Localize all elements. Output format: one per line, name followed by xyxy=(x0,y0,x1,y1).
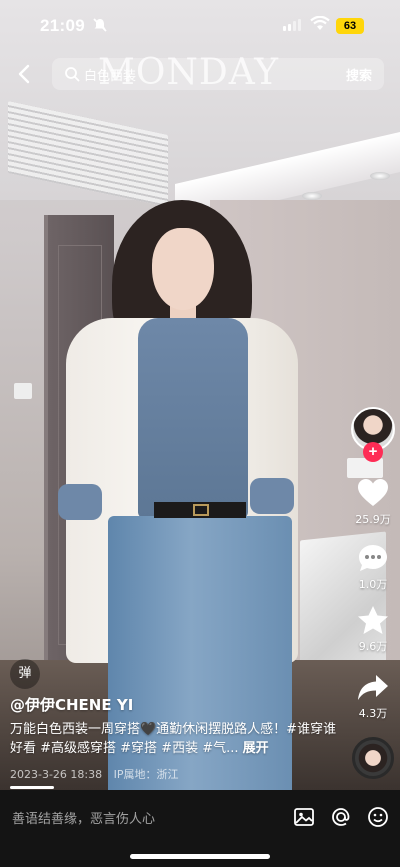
cell-signal-icon xyxy=(283,19,301,31)
caption-text: 万能白色西装一周穿搭🖤通勤休闲摆脱路人感！#谁穿谁好看 #高级感穿搭 #穿搭 #… xyxy=(10,722,337,756)
danmu-toggle[interactable]: 弹 xyxy=(10,659,40,689)
favorite-button[interactable]: 9.6万 xyxy=(343,605,400,654)
video-player[interactable] xyxy=(0,0,400,790)
publish-date: 2023-3-26 18:38 xyxy=(10,768,103,781)
battery-indicator: 63 xyxy=(336,18,364,34)
comment-button[interactable]: 1.0万 xyxy=(343,543,400,592)
status-time: 21:09 xyxy=(40,16,85,35)
scene-downlight xyxy=(370,172,390,180)
expand-link[interactable]: 展开 xyxy=(243,741,269,756)
status-bar: 21:09 63 xyxy=(0,0,400,52)
at-icon[interactable] xyxy=(329,805,353,829)
scene-downlight xyxy=(302,192,322,200)
author-name[interactable]: @伊伊CHENE YI xyxy=(10,694,133,715)
follow-button[interactable]: + xyxy=(363,442,383,462)
comment-icon xyxy=(359,545,387,571)
video-progress-bar[interactable] xyxy=(10,786,54,789)
like-count: 25.9万 xyxy=(355,513,391,526)
wifi-icon xyxy=(310,15,330,36)
music-disc[interactable] xyxy=(352,737,394,779)
home-indicator xyxy=(130,854,270,859)
like-button[interactable]: 25.9万 xyxy=(343,478,400,527)
search-button[interactable]: 搜索 xyxy=(346,65,372,84)
search-icon xyxy=(65,67,80,82)
share-count: 4.3万 xyxy=(358,707,388,720)
model-cuff xyxy=(250,478,294,514)
favorite-count: 9.6万 xyxy=(358,640,388,653)
star-icon xyxy=(358,606,388,634)
share-icon xyxy=(358,675,388,700)
share-button[interactable]: 4.3万 xyxy=(343,672,400,721)
image-icon[interactable] xyxy=(292,805,316,829)
emoji-icon[interactable] xyxy=(366,805,390,829)
model-denim-shirt xyxy=(138,318,248,518)
model-cuff xyxy=(58,484,102,520)
comment-bar: 善语结善缘，恶言伤人心 xyxy=(0,790,400,867)
video-caption[interactable]: 万能白色西装一周穿搭🖤通勤休闲摆脱路人感！#谁穿谁好看 #高级感穿搭 #穿搭 #… xyxy=(10,720,340,758)
ip-location: IP属地：浙江 xyxy=(113,768,179,781)
mute-bell-icon xyxy=(93,18,107,36)
video-meta: 2023-3-26 18:38 IP属地：浙江 xyxy=(10,766,187,782)
scene-socket xyxy=(347,458,383,478)
heart-icon xyxy=(358,479,388,506)
model-belt-buckle xyxy=(193,504,209,516)
model-face xyxy=(152,228,214,310)
video-watermark: MONDAY xyxy=(98,52,280,93)
back-arrow-icon[interactable] xyxy=(12,62,36,86)
comment-count: 1.0万 xyxy=(358,578,388,591)
scene-light-switch xyxy=(14,383,32,399)
comment-input[interactable]: 善语结善缘，恶言伤人心 xyxy=(12,808,155,827)
